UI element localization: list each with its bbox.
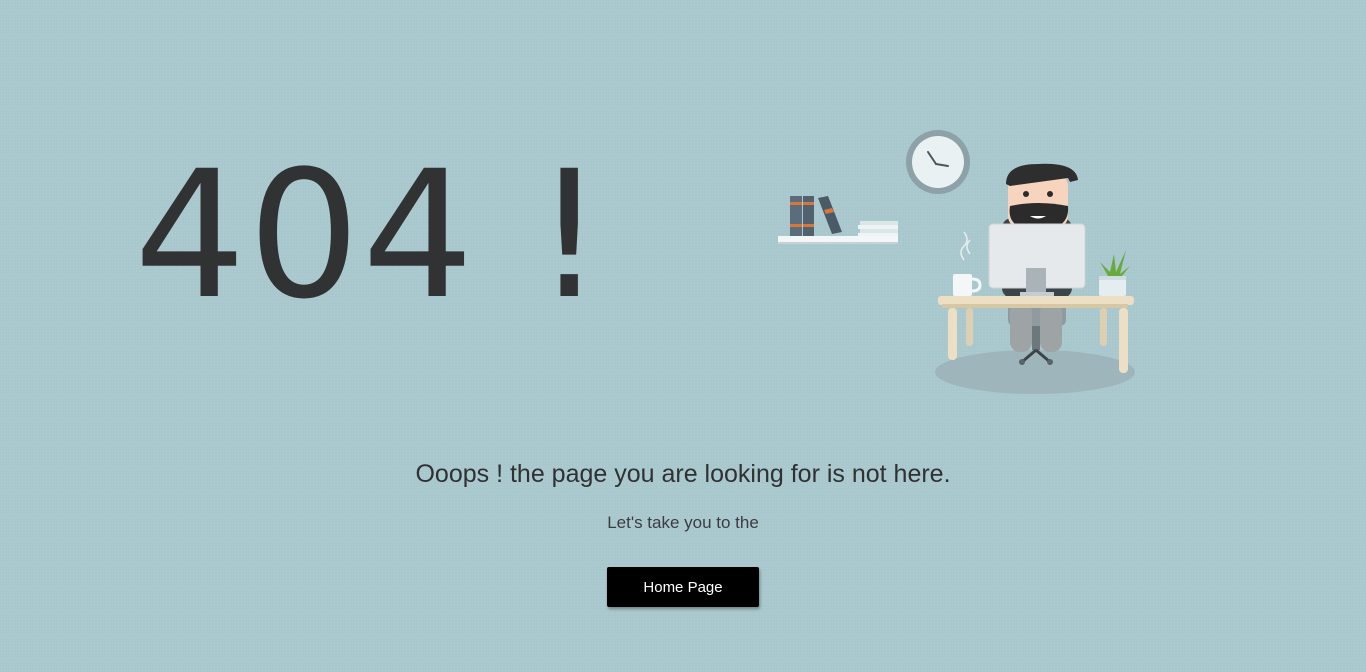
floor-shadow — [935, 350, 1135, 394]
redirect-prompt: Let's take you to the — [607, 513, 759, 532]
clock-icon — [906, 130, 970, 194]
books-icon — [790, 196, 898, 236]
coffee-mug-icon — [953, 231, 982, 296]
plant-icon — [1099, 250, 1130, 296]
monitor-icon — [988, 223, 1086, 296]
error-code-heading: 404 ! — [134, 133, 607, 338]
not-found-message: Ooops ! the page you are looking for is … — [415, 460, 951, 488]
home-page-button[interactable]: Home Page — [607, 567, 759, 607]
bookshelf-icon — [778, 236, 898, 244]
office-illustration — [778, 130, 1135, 394]
